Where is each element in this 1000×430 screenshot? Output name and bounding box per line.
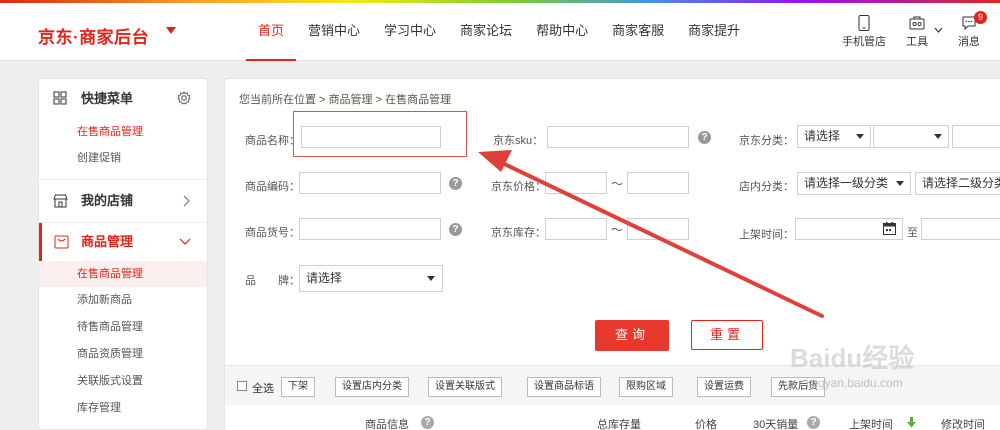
watermark-brand: Baidu经验 — [790, 343, 915, 373]
watermark-url: jingyan.baidu.com — [806, 376, 903, 390]
